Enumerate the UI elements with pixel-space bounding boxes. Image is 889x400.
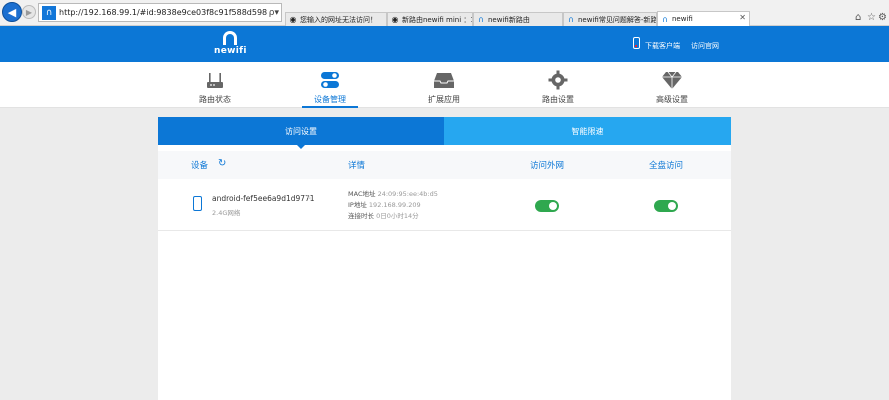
ip-label: IP地址 bbox=[348, 201, 367, 209]
tab-access-settings[interactable]: 访问设置 bbox=[158, 117, 444, 145]
tab-label: 访问设置 bbox=[285, 126, 317, 136]
browser-tab[interactable]: ◉ 新路由newifi mini ：192.168... bbox=[387, 12, 473, 26]
col-device: 设备 bbox=[191, 161, 209, 171]
nav-router-settings[interactable]: 路由设置 bbox=[518, 68, 598, 105]
diamond-icon bbox=[632, 68, 712, 90]
table-header: 设备 ↻ 详情 访问外网 全盘访问 bbox=[158, 151, 731, 179]
table-row: android-fef5ee6a9d1d9771 ✎ 2.4G网络 MAC地址 … bbox=[158, 179, 731, 231]
page-icon: ◉ bbox=[289, 15, 297, 24]
time-value: 0日0小时14分 bbox=[376, 212, 419, 220]
nav-router-status[interactable]: 路由状态 bbox=[175, 68, 255, 105]
gear-icon bbox=[518, 68, 598, 90]
mac-value: 24:09:95:ee:4b:d5 bbox=[377, 190, 438, 198]
detail-connect-time: 连接时长 0日0小时14分 bbox=[348, 210, 419, 220]
router-icon bbox=[175, 68, 255, 90]
newifi-favicon-icon: ∩ bbox=[568, 15, 574, 24]
nav-label: 高级设置 bbox=[656, 95, 688, 104]
newifi-favicon-icon: ∩ bbox=[42, 5, 56, 20]
time-label: 连接时长 bbox=[348, 212, 374, 220]
address-bar[interactable]: ∩ http://192.168.99.1/#id:9838e9ce03f8c9… bbox=[38, 3, 282, 22]
forward-arrow-icon[interactable]: ▶ bbox=[22, 5, 36, 19]
device-band: 2.4G网络 bbox=[212, 209, 241, 217]
main-nav: 路由状态 设备管理 扩展应用 路由设置 高级设置 bbox=[0, 62, 889, 108]
col-detail: 详情 bbox=[348, 161, 366, 171]
toggle-switch-icon bbox=[290, 68, 370, 90]
active-tab-caret bbox=[296, 144, 306, 149]
browser-tab[interactable]: ∩ newifi常见问题解答-新路由社区 bbox=[563, 12, 657, 26]
back-arrow-icon[interactable]: ◀ bbox=[2, 2, 22, 22]
newifi-favicon-icon: ∩ bbox=[478, 15, 484, 24]
newifi-logo[interactable]: newifi bbox=[214, 28, 246, 60]
tab-label: 新路由newifi mini ：192.168... bbox=[402, 15, 472, 24]
settings-gear-icon[interactable]: ⚙ bbox=[878, 12, 887, 23]
nav-extended-apps[interactable]: 扩展应用 bbox=[404, 68, 484, 105]
phone-icon bbox=[633, 37, 640, 49]
browser-tab[interactable]: ∩ newifi新路由 bbox=[473, 12, 563, 26]
nav-label: 路由状态 bbox=[199, 95, 231, 104]
tab-label: newifi bbox=[672, 15, 693, 23]
panel-tabs: 访问设置 智能限速 bbox=[158, 117, 731, 145]
ip-value: 192.168.99.209 bbox=[368, 201, 421, 209]
nav-label: 设备管理 bbox=[314, 95, 346, 104]
browser-chrome: ◀ ▶ ∩ http://192.168.99.1/#id:9838e9ce03… bbox=[0, 0, 889, 26]
tab-label: 智能限速 bbox=[571, 126, 604, 136]
search-dropdown-icon[interactable]: ρ▾ bbox=[267, 8, 281, 18]
nav-label: 扩展应用 bbox=[428, 95, 460, 104]
nav-label: 路由设置 bbox=[542, 95, 574, 104]
tray-icon bbox=[404, 68, 484, 90]
internet-access-toggle[interactable] bbox=[535, 200, 559, 212]
tab-label: 您输入的网址无法访问！ bbox=[300, 15, 377, 24]
nav-device-management[interactable]: 设备管理 bbox=[290, 68, 370, 105]
refresh-icon[interactable]: ↻ bbox=[218, 158, 226, 169]
edit-icon[interactable]: ✎ bbox=[306, 194, 312, 202]
favorites-star-icon[interactable]: ☆ bbox=[867, 12, 876, 23]
newifi-logo-icon bbox=[223, 31, 237, 45]
detail-mac: MAC地址 24:09:95:ee:4b:d5 bbox=[348, 188, 438, 198]
tab-label: newifi新路由 bbox=[488, 15, 530, 24]
browser-tab[interactable]: ◉ 您输入的网址无法访问！ bbox=[285, 12, 387, 26]
lan-access-toggle[interactable] bbox=[654, 200, 678, 212]
detail-ip: IP地址 192.168.99.209 bbox=[348, 199, 421, 209]
device-name: android-fef5ee6a9d1d9771 bbox=[212, 194, 315, 203]
col-lan-access: 全盘访问 bbox=[649, 161, 684, 171]
page-icon: ◉ bbox=[391, 15, 399, 24]
device-panel: 访问设置 智能限速 设备 ↻ 详情 访问外网 全盘访问 android-fef5… bbox=[158, 117, 731, 400]
active-nav-underline bbox=[302, 106, 358, 108]
download-client-link[interactable]: 下载客户端 bbox=[645, 41, 680, 51]
home-icon[interactable]: ⌂ bbox=[855, 12, 861, 23]
app-header: newifi 下载客户端 访问官网 bbox=[0, 26, 889, 62]
newifi-favicon-icon: ∩ bbox=[662, 14, 668, 24]
official-site-link[interactable]: 访问官网 bbox=[691, 41, 719, 51]
browser-tab-active[interactable]: ∩ newifi ✕ bbox=[657, 11, 750, 26]
close-tab-icon[interactable]: ✕ bbox=[739, 13, 746, 22]
phone-icon bbox=[193, 196, 202, 211]
col-internet-access: 访问外网 bbox=[530, 161, 565, 171]
tab-smart-speed-limit[interactable]: 智能限速 bbox=[444, 117, 731, 145]
address-url[interactable]: http://192.168.99.1/#id:9838e9ce03f8c91f… bbox=[59, 8, 267, 17]
tab-label: newifi常见问题解答-新路由社区 bbox=[578, 15, 657, 24]
mac-label: MAC地址 bbox=[348, 190, 376, 198]
nav-advanced-settings[interactable]: 高级设置 bbox=[632, 68, 712, 105]
logo-text: newifi bbox=[214, 46, 247, 56]
